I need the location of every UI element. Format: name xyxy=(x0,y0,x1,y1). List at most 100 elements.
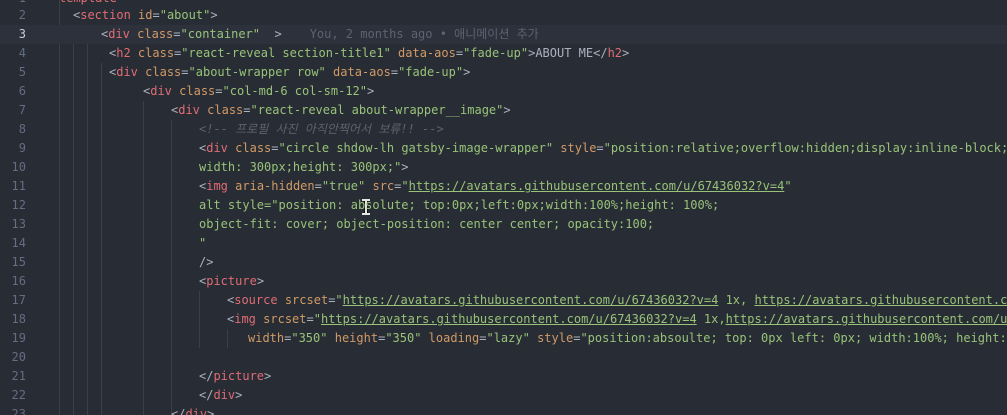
code-token: div xyxy=(150,84,172,98)
code-line[interactable]: 4 <h2 class="react-reveal section-title1"… xyxy=(0,44,1007,63)
line-number[interactable]: 2 xyxy=(0,6,26,25)
code-token: > xyxy=(463,65,471,79)
code-token: " xyxy=(313,312,321,326)
code-text: <div class="col-md-6 col-sm-12"> xyxy=(143,82,374,101)
code-token: 1x, xyxy=(696,312,726,326)
url-link[interactable]: https://avatars.githubusercontent.com/u/… xyxy=(726,312,1007,326)
code-line[interactable]: 5 <div class="about-wrapper row" data-aos… xyxy=(0,63,1007,82)
code-line[interactable]: 9 <div class="circle shdow-lh gatsby-imag… xyxy=(0,139,1007,158)
line-number[interactable]: 7 xyxy=(0,101,26,120)
line-number[interactable]: 10 xyxy=(0,158,26,177)
line-number[interactable]: 6 xyxy=(0,82,26,101)
code-line[interactable]: 19 width="350" height="350" loading="lazy… xyxy=(0,329,1007,348)
code-line[interactable]: 23 </div> xyxy=(0,405,1007,415)
code-line[interactable]: 17 <source srcset="https://avatars.github… xyxy=(0,291,1007,310)
url-link[interactable]: https://avatars.githubusercontent.com/u/… xyxy=(409,179,785,193)
code-token: = xyxy=(173,27,181,41)
code-token: > xyxy=(210,8,218,22)
code-text: <div class="about-wrapper row" data-aos=… xyxy=(109,63,470,82)
code-token: h2 xyxy=(607,46,623,60)
code-text: <section id="about"> xyxy=(73,6,218,25)
code-line[interactable]: 22 </div> xyxy=(0,386,1007,405)
code-token: "about-wrapper row" xyxy=(188,65,326,79)
code-line[interactable]: 11 <img aria-hidden="true" src="https://a… xyxy=(0,177,1007,196)
code-token: > xyxy=(207,407,215,415)
code-text: <source srcset="https://avatars.githubus… xyxy=(227,291,1007,310)
code-line[interactable]: 20 xyxy=(0,348,1007,367)
line-number[interactable]: 5 xyxy=(0,63,26,82)
line-number[interactable]: 11 xyxy=(0,177,26,196)
url-link[interactable]: https://avatars.githubusercontent.com/u/… xyxy=(321,312,697,326)
code-token: data-aos xyxy=(333,65,391,79)
code-token: "react-reveal section-title1" xyxy=(181,46,391,60)
line-number[interactable]: 15 xyxy=(0,253,26,272)
code-token: "about" xyxy=(159,8,211,22)
code-line[interactable]: 6 <div class="col-md-6 col-sm-12"> xyxy=(0,82,1007,101)
code-line[interactable]: 7 <div class="react-reveal about-wrapper_… xyxy=(0,101,1007,120)
line-number[interactable]: 9 xyxy=(0,139,26,158)
code-line[interactable]: 10 width: 300px;height: 300px;"> xyxy=(0,158,1007,177)
code-token: > xyxy=(367,84,375,98)
line-number[interactable]: 3 xyxy=(0,25,26,44)
code-token: height xyxy=(334,331,379,345)
code-token: aria-hidden xyxy=(235,179,315,193)
code-token: data-aos xyxy=(398,46,456,60)
url-link[interactable]: https://avatars.githubusercontent.com/u/… xyxy=(343,293,719,307)
line-number[interactable]: 22 xyxy=(0,386,26,405)
code-line[interactable]: 16 <picture> xyxy=(0,272,1007,291)
line-number[interactable]: 8 xyxy=(0,120,26,139)
line-number[interactable]: 4 xyxy=(0,44,26,63)
line-number[interactable]: 16 xyxy=(0,272,26,291)
code-token: section xyxy=(80,8,131,22)
code-line[interactable]: 14 " xyxy=(0,234,1007,253)
code-token: "true" xyxy=(321,179,366,193)
code-text: object-fit: cover; object-position: cent… xyxy=(199,215,654,234)
line-number[interactable]: 21 xyxy=(0,367,26,386)
line-number[interactable]: 12 xyxy=(0,196,26,215)
code-line[interactable]: 18 <img srcset="https://avatars.githubuse… xyxy=(0,310,1007,329)
line-number[interactable]: 23 xyxy=(0,405,26,415)
code-token: class xyxy=(207,103,244,117)
code-line[interactable]: 2 <section id="about"> xyxy=(0,6,1007,25)
code-text: width: 300px;height: 300px;"> xyxy=(199,158,409,177)
git-blame-annotation: You, 2 months ago • 애니메이션 추가 xyxy=(309,27,539,41)
code-line[interactable]: 3 <div class="container" > You, 2 months a… xyxy=(0,25,1007,44)
code-token: "fade-up" xyxy=(463,46,529,60)
code-text: <div class="circle shdow-lh gatsby-image… xyxy=(199,139,1007,158)
code-line[interactable]: 13 object-fit: cover; object-position: ce… xyxy=(0,215,1007,234)
line-number[interactable]: 18 xyxy=(0,310,26,329)
code-token: "lazy" xyxy=(486,331,530,345)
line-number[interactable]: 14 xyxy=(0,234,26,253)
code-token: div xyxy=(213,388,236,402)
code-token: > xyxy=(235,388,243,402)
code-token: src xyxy=(372,179,395,193)
code-token: picture xyxy=(213,369,265,383)
code-token: source xyxy=(234,293,278,307)
code-editor[interactable]: 1template2<section id="about">3<div clas… xyxy=(0,0,1007,415)
code-line[interactable]: 15 /> xyxy=(0,253,1007,272)
line-number[interactable]: 20 xyxy=(0,348,26,367)
line-number[interactable]: 17 xyxy=(0,291,26,310)
code-token: picture xyxy=(206,274,257,288)
code-token: = xyxy=(243,103,251,117)
code-token: "position:relative;overflow:hidden;displ… xyxy=(603,141,1007,155)
line-number[interactable]: 13 xyxy=(0,215,26,234)
code-token: >ABOUT ME</ xyxy=(528,46,608,60)
url-link[interactable]: https://avatars.githubusercontent.com/u/ xyxy=(754,293,1007,307)
code-token: style xyxy=(560,141,597,155)
code-token: div xyxy=(178,103,200,117)
code-text: <div class="container" > You, 2 months ag… xyxy=(101,25,539,44)
code-token: 1x, xyxy=(718,293,755,307)
code-line[interactable]: 21 </picture> xyxy=(0,367,1007,386)
code-token: </ xyxy=(199,388,214,402)
code-token: srcset xyxy=(284,293,329,307)
line-number[interactable]: 19 xyxy=(0,329,26,348)
code-line[interactable]: 8 <!-- 프로필 사진 아직안찍어서 보류!! --> xyxy=(0,120,1007,139)
code-text: </div> xyxy=(199,386,242,405)
code-token: = xyxy=(455,46,464,60)
code-token: " xyxy=(335,293,343,307)
code-line[interactable]: 12 alt style="position: absolute; top:0px… xyxy=(0,196,1007,215)
